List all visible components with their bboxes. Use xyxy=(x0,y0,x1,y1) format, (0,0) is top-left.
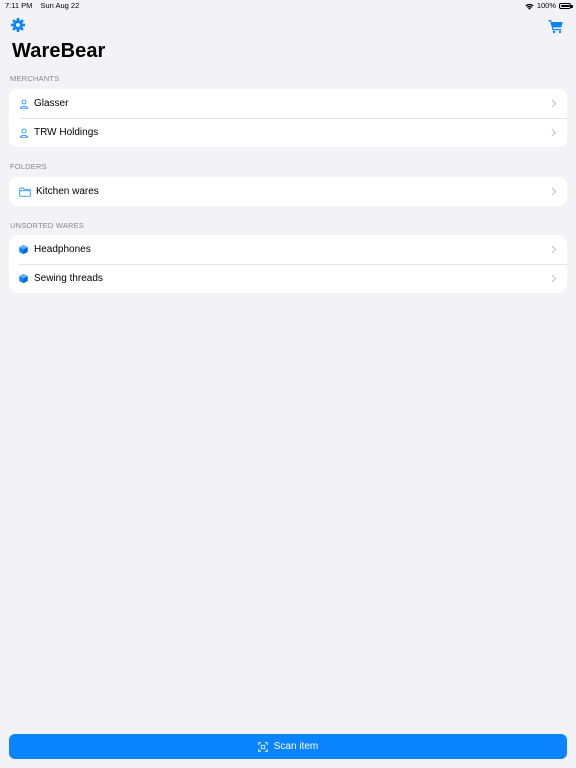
cube-icon xyxy=(18,244,29,255)
cart-button[interactable] xyxy=(548,18,564,34)
status-right: 100% xyxy=(525,0,573,12)
merchant-row-trw-holdings[interactable]: TRW Holdings xyxy=(9,118,567,147)
scan-item-label: Scan item xyxy=(273,741,319,752)
cube-icon xyxy=(18,273,29,284)
ware-row-headphones[interactable]: Headphones xyxy=(9,235,567,264)
status-left: 7:11 PM Sun Aug 22 xyxy=(5,0,79,12)
unsorted-wares-list: Headphones Sewing threads xyxy=(9,235,567,293)
folders-list: Kitchen wares xyxy=(9,177,567,206)
chevron-right-icon xyxy=(551,274,557,283)
folder-label: Kitchen wares xyxy=(36,186,99,197)
status-bar: 7:11 PM Sun Aug 22 100% xyxy=(0,0,576,12)
chevron-right-icon xyxy=(551,245,557,254)
status-time: 7:11 PM xyxy=(5,1,33,10)
section-header-merchants: MERCHANTS xyxy=(10,74,60,83)
person-icon xyxy=(18,127,29,138)
folder-row-kitchen-wares[interactable]: Kitchen wares xyxy=(9,177,567,206)
ware-label: Sewing threads xyxy=(34,273,103,284)
gear-icon xyxy=(11,18,25,32)
page-title: WareBear xyxy=(12,40,106,62)
chevron-right-icon xyxy=(551,99,557,108)
status-date: Sun Aug 22 xyxy=(40,1,80,10)
section-header-folders: FOLDERS xyxy=(10,162,47,171)
chevron-right-icon xyxy=(551,187,557,196)
ware-row-sewing-threads[interactable]: Sewing threads xyxy=(9,264,567,293)
battery-percent: 100% xyxy=(536,1,556,10)
folder-icon xyxy=(18,186,31,197)
chevron-right-icon xyxy=(551,128,557,137)
merchant-row-glasser[interactable]: Glasser xyxy=(9,89,567,118)
merchant-label: TRW Holdings xyxy=(34,127,99,138)
merchants-list: Glasser TRW Holdings xyxy=(9,89,567,147)
battery-icon xyxy=(559,3,573,9)
ware-label: Headphones xyxy=(34,244,91,255)
settings-button[interactable] xyxy=(10,17,26,33)
cart-icon xyxy=(548,20,563,34)
person-icon xyxy=(18,98,29,109)
scan-item-button[interactable]: Scan item xyxy=(9,734,567,759)
wifi-icon xyxy=(525,3,534,10)
section-header-unsorted-wares: UNSORTED WARES xyxy=(10,221,85,230)
viewfinder-icon xyxy=(258,741,268,752)
merchant-label: Glasser xyxy=(34,98,69,109)
